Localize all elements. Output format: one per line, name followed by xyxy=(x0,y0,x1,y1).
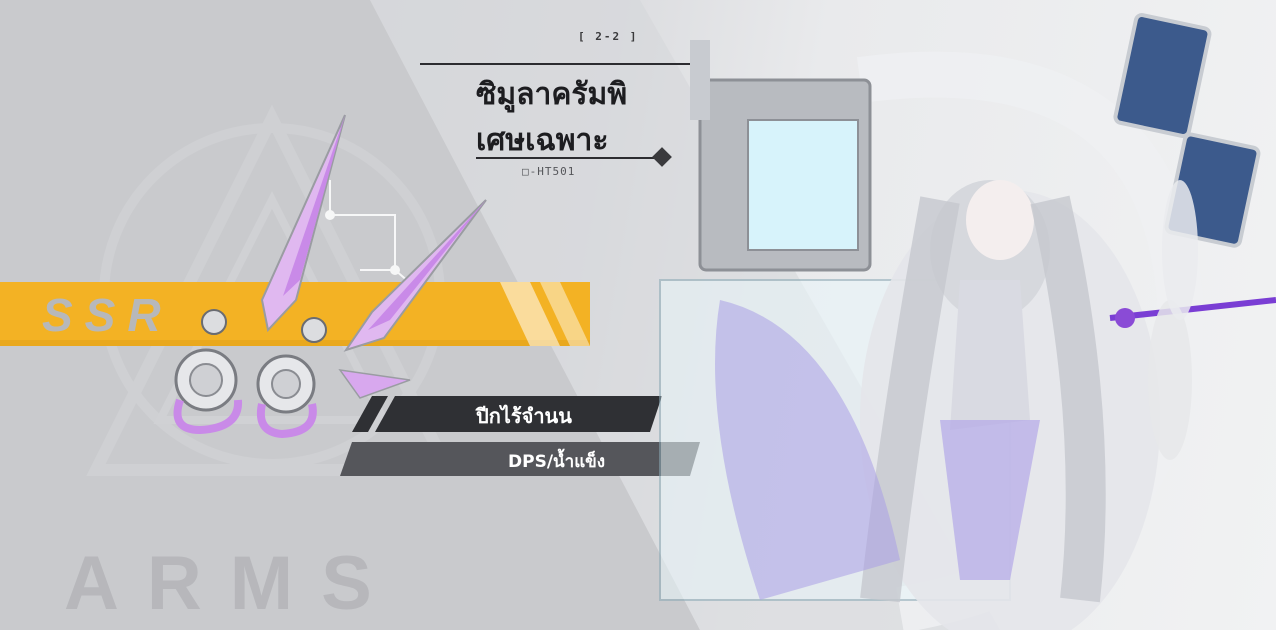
page-title: ซิมูลาครัมพิ เศษเฉพาะ xyxy=(476,72,696,164)
weapon-name: ปีกไร้จำนน xyxy=(476,404,572,428)
weapon-showcase: [ 2-2 ] ซิมูลาครัมพิ เศษเฉพาะ □-HT501 SS… xyxy=(0,0,1276,630)
stage-code: [ 2-2 ] xyxy=(578,30,639,43)
item-code: □-HT501 xyxy=(522,165,576,178)
character-illustration xyxy=(659,13,1276,630)
title-line-1: ซิมูลาครัมพิ xyxy=(476,77,628,112)
rarity-label: SSR xyxy=(42,289,173,341)
weapon-type: DPS/น้ำแข็ง xyxy=(508,452,606,472)
arms-watermark: ARMS xyxy=(64,541,400,626)
title-line-2: เศษเฉพาะ xyxy=(476,123,609,158)
